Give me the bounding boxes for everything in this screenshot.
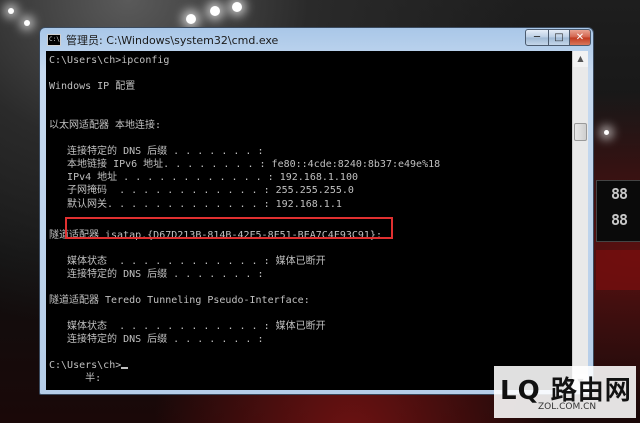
stadium-light	[24, 20, 30, 26]
stadium-light	[232, 2, 242, 12]
console-line: 本地链接 IPv6 地址. . . . . . . . : fe80::4cde…	[49, 159, 441, 170]
watermark: LQ 路由网 ZOL.COM.CN	[494, 366, 636, 418]
console-line: Windows IP 配置	[49, 81, 136, 92]
console-line-default-gateway: 默认网关. . . . . . . . . . . . . : 192.168.…	[49, 199, 342, 210]
command-prompt[interactable]: C:\Users\ch>	[49, 359, 129, 372]
cmd-icon[interactable]: C:\	[47, 34, 61, 46]
console-line: C:\Users\ch>ipconfig	[49, 55, 170, 66]
stadium-light	[186, 14, 196, 24]
title-bar[interactable]: C:\ 管理员: C:\Windows\system32\cmd.exe ─ □…	[40, 28, 593, 51]
default-gateway-highlight-box	[65, 217, 393, 239]
minimize-button[interactable]: ─	[525, 29, 549, 46]
console-line: 媒体状态 . . . . . . . . . . . . : 媒体已断开	[49, 321, 326, 332]
console-line: 媒体状态 . . . . . . . . . . . . : 媒体已断开	[49, 256, 326, 267]
cmd-window: C:\ 管理员: C:\Windows\system32\cmd.exe ─ □…	[39, 27, 594, 395]
vertical-scrollbar[interactable]: ▲ ▼	[572, 51, 588, 390]
scroll-up-arrow-icon[interactable]: ▲	[573, 51, 588, 67]
prompt-text: C:\Users\ch>	[49, 360, 122, 371]
console-line: 以太网适配器 本地连接:	[49, 120, 162, 131]
maximize-button[interactable]: □	[548, 29, 570, 46]
console-line: 连接特定的 DNS 后缀 . . . . . . . :	[49, 146, 264, 157]
console-line: IPv4 地址 . . . . . . . . . . . . : 192.16…	[49, 172, 358, 183]
watermark-site: ZOL.COM.CN	[538, 402, 597, 412]
console-output[interactable]: C:\Users\ch>ipconfig Windows IP 配置 以太网适配…	[46, 51, 572, 390]
stadium-light	[210, 6, 220, 16]
scoreboard-digits-bottom: 88	[610, 211, 628, 229]
text-cursor	[121, 367, 129, 369]
scoreboard-digits-top: 88	[610, 185, 628, 203]
stadium-light	[8, 8, 14, 14]
console-line: 隧道适配器 Teredo Tunneling Pseudo-Interface:	[49, 295, 310, 306]
red-banner	[596, 250, 640, 290]
window-title: 管理员: C:\Windows\system32\cmd.exe	[66, 34, 279, 47]
scrollbar-thumb[interactable]	[574, 123, 587, 141]
scoreboard: 88 88	[596, 180, 640, 242]
console-line: 连接特定的 DNS 后缀 . . . . . . . :	[49, 334, 264, 345]
console-line: 连接特定的 DNS 后缀 . . . . . . . :	[49, 269, 264, 280]
stadium-light	[604, 130, 609, 135]
close-button[interactable]: ✕	[569, 29, 591, 46]
console-line: 子网掩码 . . . . . . . . . . . . : 255.255.2…	[49, 185, 354, 196]
ime-indicator: 半:	[49, 373, 102, 384]
